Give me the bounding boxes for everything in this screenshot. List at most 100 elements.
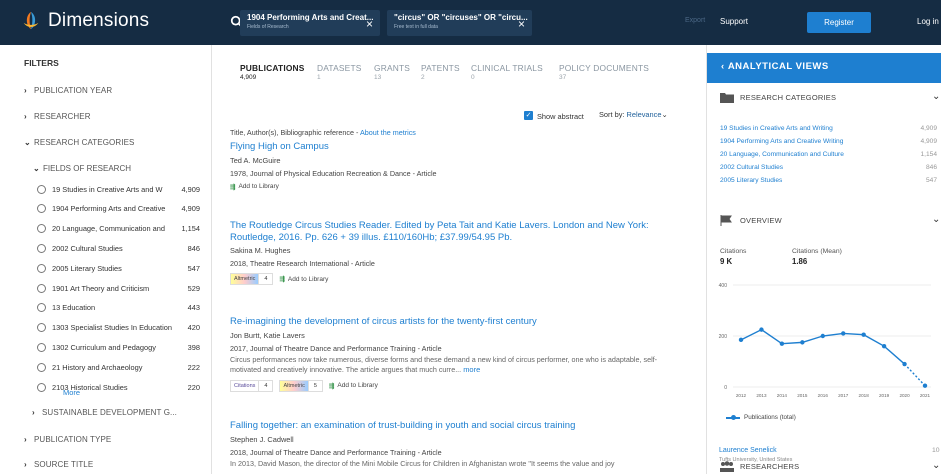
data-point xyxy=(759,327,764,332)
research-category-row[interactable]: 2005 Literary Studies 547 xyxy=(720,177,937,184)
result-title[interactable]: Falling together: an examination of trus… xyxy=(230,420,685,432)
close-icon[interactable]: × xyxy=(518,17,525,31)
add-to-library-button[interactable]: ⇶ Add to Library xyxy=(230,183,279,191)
field-filter-option[interactable]: 1303 Specialist Studies In Education 420 xyxy=(37,321,207,335)
field-filter-option[interactable]: 1302 Curriculum and Pedagogy 398 xyxy=(37,340,207,354)
radio-button[interactable] xyxy=(37,283,46,293)
search-chip-text[interactable]: "circus" OR "circuses" OR "circu... Free… xyxy=(387,10,532,36)
chevron-down-icon: ⌄ xyxy=(24,138,31,147)
radio-button[interactable] xyxy=(37,362,46,372)
series-line-dashed xyxy=(904,363,926,387)
register-button[interactable]: Register xyxy=(807,12,871,33)
data-point xyxy=(820,333,825,339)
chart-legend[interactable]: Publications (total) xyxy=(726,414,796,421)
field-filter-option[interactable]: 2002 Cultural Studies 846 xyxy=(37,241,207,255)
result-title[interactable]: The Routledge Circus Studies Reader. Edi… xyxy=(230,220,685,243)
radio-button[interactable] xyxy=(37,224,46,234)
filter-publication-year[interactable]: › PUBLICATION YEAR xyxy=(24,86,112,95)
login-link[interactable]: Log in xyxy=(917,17,939,26)
close-icon[interactable]: × xyxy=(366,17,373,31)
chevron-right-icon: › xyxy=(24,112,27,121)
field-filter-option[interactable]: 1901 Art Theory and Criticism 529 xyxy=(37,281,207,295)
research-category-row[interactable]: 20 Language, Communication and Culture 1,… xyxy=(720,151,937,158)
radio-button[interactable] xyxy=(37,323,46,333)
filter-source-title[interactable]: › SOURCE TITLE xyxy=(24,460,93,469)
abstract-more-link[interactable]: more xyxy=(463,365,480,374)
altmetric-badge[interactable]: Altmetric 5 xyxy=(279,379,323,392)
result-title[interactable]: Re-imagining the development of circus a… xyxy=(230,316,685,328)
result-item: Falling together: an examination of trus… xyxy=(230,420,685,469)
overview-section[interactable]: OVERVIEW xyxy=(720,215,782,226)
field-filter-option[interactable]: 2005 Literary Studies 547 xyxy=(37,261,207,275)
field-label: 1901 Art Theory and Criticism xyxy=(52,283,150,293)
data-point xyxy=(902,361,907,367)
filter-sustainable-development[interactable]: › SUSTAINABLE DEVELOPMENT G... xyxy=(32,408,177,417)
dimensions-logo-icon xyxy=(23,11,39,30)
research-category-row[interactable]: 2002 Cultural Studies 846 xyxy=(720,164,937,171)
research-categories-section[interactable]: RESEARCH CATEGORIES xyxy=(720,92,836,103)
field-filter-option[interactable]: 20 Language, Communication and 1,154 xyxy=(37,222,207,236)
field-count: 220 xyxy=(187,382,200,392)
support-link[interactable]: Support xyxy=(720,17,748,26)
radio-button[interactable] xyxy=(37,184,46,194)
chevron-down-icon[interactable]: ⌄ xyxy=(932,460,940,471)
show-abstract-label: Show abstract xyxy=(537,112,584,121)
radio-button[interactable] xyxy=(37,303,46,313)
export-link[interactable]: Export xyxy=(685,17,705,24)
field-filter-option[interactable]: 19 Studies in Creative Arts and W 4,909 xyxy=(37,182,207,196)
analytical-views-header[interactable]: ‹ ANALYTICAL VIEWS xyxy=(707,53,941,83)
add-to-library-button[interactable]: ⇶ Add to Library xyxy=(329,382,378,390)
radio-button[interactable] xyxy=(37,204,46,214)
field-filter-option[interactable]: 13 Education 443 xyxy=(37,301,207,315)
result-meta: 2018, Theatre Research International - A… xyxy=(230,259,375,268)
citations-value: 9 K xyxy=(720,257,733,266)
tab-publications[interactable]: PUBLICATIONS 4,909 xyxy=(240,63,305,81)
field-count: 443 xyxy=(187,303,200,313)
tab-clinical-trials[interactable]: CLINICAL TRIALS 0 xyxy=(471,63,543,81)
show-abstract-checkbox[interactable]: ✓ xyxy=(524,111,533,120)
radio-button[interactable] xyxy=(37,263,46,273)
chevron-down-icon[interactable]: ⌄ xyxy=(932,214,940,225)
result-item: The Routledge Circus Studies Reader. Edi… xyxy=(230,220,685,285)
folder-icon xyxy=(720,93,734,103)
field-filter-option[interactable]: 1904 Performing Arts and Creative 4,909 xyxy=(37,202,207,216)
tab-grants[interactable]: GRANTS 13 xyxy=(374,63,410,81)
app-name: Dimensions xyxy=(48,10,150,31)
research-category-row[interactable]: 19 Studies in Creative Arts and Writing 4… xyxy=(720,125,937,132)
chevron-right-icon: › xyxy=(24,460,27,469)
result-title[interactable]: Flying High on Campus xyxy=(230,141,685,153)
search-chip-field[interactable]: 1904 Performing Arts and Creat... Fields… xyxy=(240,10,380,36)
filter-research-categories[interactable]: ⌄ RESEARCH CATEGORIES xyxy=(24,138,134,147)
field-filter-option[interactable]: 21 History and Archaeology 222 xyxy=(37,360,207,374)
filter-publication-type[interactable]: › PUBLICATION TYPE xyxy=(24,435,111,444)
more-link[interactable]: More xyxy=(63,388,80,397)
result-meta: 1978, Journal of Physical Education Recr… xyxy=(230,168,437,178)
field-label: 1303 Specialist Studies In Education xyxy=(52,323,172,333)
y-tick-label: 200 xyxy=(719,334,728,340)
chevron-right-icon: › xyxy=(24,435,27,444)
search-chip-title: "circus" OR "circuses" OR "circu... xyxy=(394,13,528,22)
research-category-row[interactable]: 1904 Performing Arts and Creative Writin… xyxy=(720,138,937,145)
radio-button[interactable] xyxy=(37,382,46,392)
filter-researcher[interactable]: › RESEARCHER xyxy=(24,112,91,121)
filter-fields-of-research[interactable]: ⌄ FIELDS OF RESEARCH xyxy=(33,164,131,173)
citations-badge[interactable]: Citations 4 xyxy=(230,379,274,392)
add-to-library-button[interactable]: ⇶ Add to Library xyxy=(279,275,328,284)
about-metrics-link[interactable]: About the metrics xyxy=(360,128,416,137)
chevron-down-icon: ⌄ xyxy=(33,164,40,173)
result-meta: 2017, Journal of Theatre Dance and Perfo… xyxy=(230,343,442,353)
tab-datasets[interactable]: DATASETS 1 xyxy=(317,63,362,81)
sort-dropdown[interactable]: Sort by: Relevance⌄ xyxy=(599,110,668,119)
radio-button[interactable] xyxy=(37,342,46,352)
x-tick-label: 2012 xyxy=(736,393,747,398)
radio-button[interactable] xyxy=(37,243,46,253)
chevron-down-icon[interactable]: ⌄ xyxy=(932,91,940,102)
result-item: Flying High on Campus Ted A. McGuire 197… xyxy=(230,141,685,191)
researcher-name[interactable]: Laurence Senelick xyxy=(719,447,777,454)
filters-title: FILTERS xyxy=(24,58,59,68)
logo[interactable]: Dimensions xyxy=(20,10,149,32)
tab-policy-documents[interactable]: POLICY DOCUMENTS 37 xyxy=(559,63,649,81)
tab-patents[interactable]: PATENTS 2 xyxy=(421,63,460,81)
altmetric-badge[interactable]: Altmetric 4 xyxy=(230,273,274,285)
x-tick-label: 2013 xyxy=(756,393,767,398)
